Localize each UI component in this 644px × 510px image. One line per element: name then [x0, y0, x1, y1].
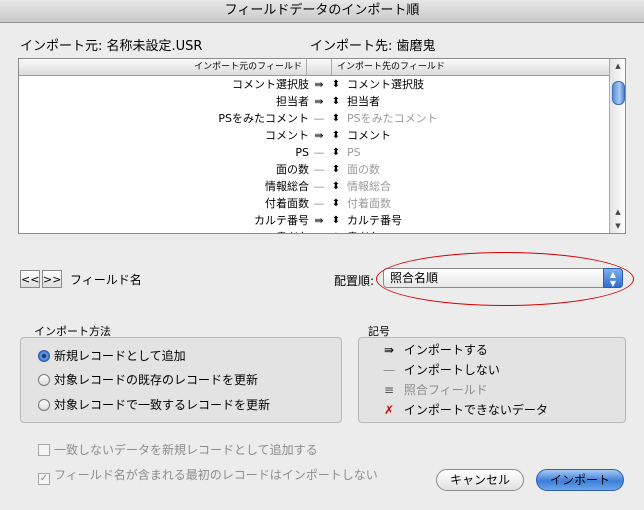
source-field-name: 担当者 [276, 95, 309, 108]
table-rows: コメント選択肢 ⇛ ⬍ コメント選択肢 担当者 ⇛ ⬍ 担当者 PSをみたコメント — ⬍ PSをみた… [19, 76, 609, 233]
checkbox-skip-first-record[interactable]: ✓ フィールド名が含まれる最初のレコードはインポートしない [38, 467, 378, 485]
table-row[interactable]: 面の数 — ⬍ 面の数 [19, 161, 609, 178]
reorder-handle-icon[interactable]: ⬍ [331, 76, 341, 93]
destination-field-name: 患者名 [347, 229, 607, 233]
legend-item-no-import: — インポートしない [378, 361, 500, 379]
destination-field-name: 面の数 [347, 163, 380, 176]
import-arrow-icon[interactable]: ⇛ [311, 93, 327, 110]
radio-update-matching-records[interactable]: 対象レコードで一致するレコードを更新 [38, 397, 270, 413]
radio-button-icon[interactable] [38, 399, 50, 411]
destination-field-name: コメント選択肢 [347, 78, 424, 91]
radio-add-new-records[interactable]: 新規レコードとして追加 [38, 348, 186, 364]
checkbox-add-nonmatching[interactable]: 一致しないデータを新規レコードとして追加する [38, 442, 318, 458]
reorder-handle-icon[interactable]: ⬍ [331, 144, 341, 161]
radio-update-existing-records[interactable]: 対象レコードの既存のレコードを更新 [38, 372, 258, 388]
destination-field-name: 情報総合 [347, 180, 391, 193]
source-field-name: 患者名 [19, 229, 309, 233]
table-row[interactable]: 担当者 ⇛ ⬍ 担当者 [19, 93, 609, 110]
source-field-name: 付着面数 [265, 197, 309, 210]
header-source-fields[interactable]: インポート元のフィールド [19, 59, 307, 75]
reorder-handle-icon[interactable]: ⬍ [331, 212, 341, 229]
header-destination-fields[interactable]: インポート先のフィールド [331, 59, 609, 75]
table-header: インポート元のフィールド インポート先のフィールド [19, 59, 609, 76]
window-title: フィールドデータのインポート順 [0, 0, 644, 23]
table-row[interactable]: コメント ⇛ ⬍ コメント [19, 127, 609, 144]
import-destination-file: 歯磨鬼 [396, 39, 436, 54]
source-field-name: 面の数 [276, 163, 309, 176]
header-arrow-column [307, 59, 332, 75]
import-arrow-icon[interactable]: ⇛ [311, 229, 327, 233]
reorder-handle-icon[interactable]: ⬍ [331, 110, 341, 127]
reorder-handle-icon[interactable]: ⬍ [331, 127, 341, 144]
reorder-handle-icon[interactable]: ⬍ [331, 195, 341, 212]
import-arrow-icon[interactable]: ⇛ [311, 127, 327, 144]
table-row[interactable]: コメント選択肢 ⇛ ⬍ コメント選択肢 [19, 76, 609, 93]
destination-field-name: PS [347, 146, 361, 159]
import-source-file: 名称未設定.USR [106, 39, 203, 54]
table-scrollbar[interactable]: ▲ ▲ ▼ [609, 59, 625, 233]
x-mark-icon: ✗ [383, 403, 395, 417]
import-arrow-icon[interactable]: ⇛ [311, 76, 327, 93]
checkbox-icon[interactable] [38, 444, 50, 456]
import-arrow-icon[interactable]: — [311, 178, 327, 195]
field-name-label: フィールド名 [70, 273, 142, 287]
import-arrow-icon: ⇛ [383, 343, 395, 357]
source-field-name: コメント [265, 129, 309, 142]
equals-icon: ≡ [383, 383, 395, 397]
import-button[interactable]: インポート [536, 469, 624, 491]
table-row[interactable]: PSをみたコメント — ⬍ PSをみたコメント [19, 110, 609, 127]
import-destination: インポート先: 歯磨鬼 [310, 35, 436, 54]
radio-label: 対象レコードの既存のレコードを更新 [54, 373, 259, 387]
next-field-button[interactable]: >> [42, 270, 62, 288]
source-field-name: コメント選択肢 [232, 78, 309, 91]
import-arrow-icon[interactable]: — [311, 144, 327, 161]
import-arrow-icon[interactable]: — [311, 161, 327, 178]
reorder-handle-icon[interactable]: ⬍ [331, 178, 341, 195]
destination-field-name: 担当者 [347, 95, 380, 108]
table-row[interactable]: PS — ⬍ PS [19, 144, 609, 161]
scroll-down-arrow-icon[interactable]: ▼ [610, 219, 625, 233]
cancel-button[interactable]: キャンセル [436, 469, 524, 491]
source-field-name: PS [295, 146, 309, 159]
import-source-label: インポート元: [20, 39, 103, 54]
destination-field-name: カルテ番号 [347, 214, 402, 227]
scroll-up-arrow-icon[interactable]: ▲ [610, 59, 625, 73]
reorder-handle-icon[interactable]: ⬍ [331, 229, 341, 233]
import-destination-label: インポート先: [310, 39, 393, 54]
import-arrow-icon[interactable]: — [311, 110, 327, 127]
destination-field-name: PSをみたコメント [347, 112, 438, 125]
import-arrow-icon[interactable]: — [311, 195, 327, 212]
import-source: インポート元: 名称未設定.USR [20, 35, 202, 54]
source-field-name: 情報総合 [265, 180, 309, 193]
radio-label: 新規レコードとして追加 [54, 349, 186, 363]
table-row[interactable]: 付着面数 — ⬍ 付着面数 [19, 195, 609, 212]
radio-label: 対象レコードで一致するレコードを更新 [54, 398, 271, 412]
destination-field-name: コメント [347, 129, 391, 142]
reorder-handle-icon[interactable]: ⬍ [331, 93, 341, 110]
scroll-up-arrow-icon-bottom[interactable]: ▲ [610, 205, 625, 219]
legend-item-cannot-import: ✗ インポートできないデータ [378, 401, 548, 419]
radio-button-icon[interactable] [38, 374, 50, 386]
legend-item-match-field: ≡ 照合フィールド [378, 381, 488, 399]
red-highlight-oval [376, 252, 634, 306]
radio-button-icon[interactable] [38, 350, 50, 362]
destination-field-name: 付着面数 [347, 197, 391, 210]
arrange-label: 配置順: [334, 274, 375, 288]
checkbox-icon[interactable]: ✓ [38, 473, 50, 485]
dash-icon: — [383, 363, 395, 377]
table-row[interactable]: 患者名⇛⬍患者名 [19, 229, 609, 233]
field-mapping-table[interactable]: インポート元のフィールド インポート先のフィールド コメント選択肢 ⇛ ⬍ コメント選… [18, 58, 626, 234]
legend-item-import: ⇛ インポートする [378, 341, 488, 359]
table-row[interactable]: 情報総合 — ⬍ 情報総合 [19, 178, 609, 195]
source-field-name: PSをみたコメント [218, 112, 309, 125]
previous-field-button[interactable]: << [20, 270, 40, 288]
scrollbar-thumb[interactable] [612, 81, 625, 105]
table-row[interactable]: カルテ番号 ⇛ ⬍ カルテ番号 [19, 212, 609, 229]
reorder-handle-icon[interactable]: ⬍ [331, 161, 341, 178]
import-arrow-icon[interactable]: ⇛ [311, 212, 327, 229]
source-field-name: カルテ番号 [254, 214, 309, 227]
